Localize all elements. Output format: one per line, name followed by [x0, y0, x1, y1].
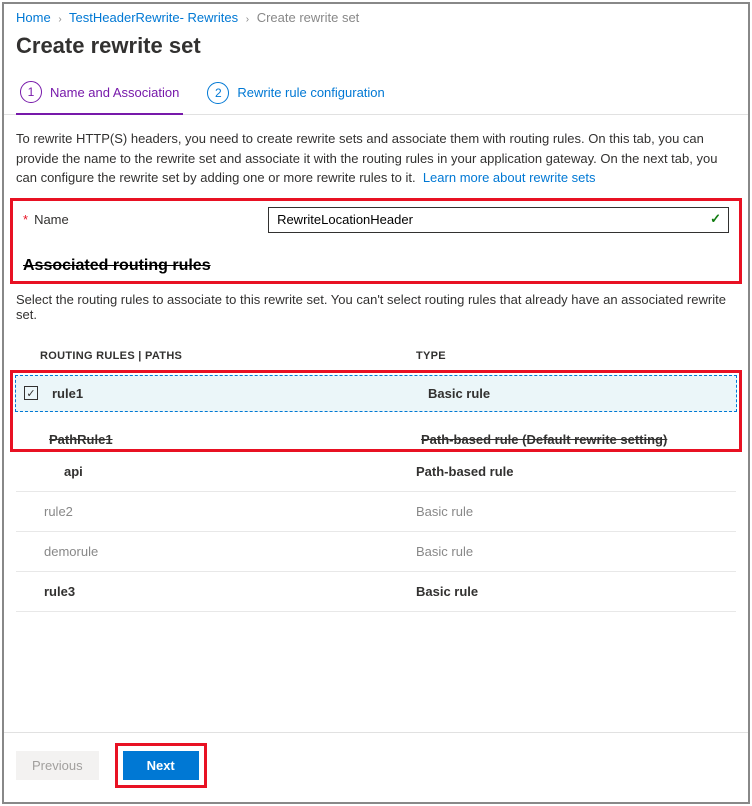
table-header: ROUTING RULES | PATHS TYPE [4, 340, 748, 370]
breadcrumb-section[interactable]: TestHeaderRewrite- Rewrites [69, 10, 238, 25]
rule-type: Path-based rule [416, 464, 736, 479]
checkmark-icon: ✓ [710, 211, 721, 227]
name-label: Name [34, 212, 268, 227]
rule-type: Basic rule [416, 544, 736, 559]
rule-name: demorule [16, 544, 416, 559]
highlight-name-section: * Name ✓ Associated routing rules [10, 198, 742, 284]
breadcrumb-current: Create rewrite set [257, 10, 360, 25]
table-row-disabled: rule2 Basic rule [16, 492, 736, 532]
section-subtext: Select the routing rules to associate to… [4, 286, 748, 340]
table-row-struck: PathRule1 Path-based rule (Default rewri… [13, 430, 739, 449]
chevron-right-icon: › [246, 14, 249, 25]
rule-name: rule3 [16, 584, 416, 599]
table-row-selected[interactable]: ✓ rule1 Basic rule [15, 375, 737, 412]
page-title: Create rewrite set [4, 27, 748, 73]
rule-name: PathRule1 [21, 432, 421, 447]
rule-type: Basic rule [416, 504, 736, 519]
tab-step-number-icon: 1 [20, 81, 42, 103]
breadcrumb-home[interactable]: Home [16, 10, 51, 25]
next-button[interactable]: Next [123, 751, 199, 780]
name-input[interactable] [268, 207, 729, 233]
description-text: To rewrite HTTP(S) headers, you need to … [4, 115, 748, 196]
rule-name: rule1 [52, 386, 428, 401]
column-type: TYPE [416, 350, 736, 362]
tab-label: Name and Association [50, 85, 179, 100]
rule-type: Path-based rule (Default rewrite setting… [421, 432, 731, 447]
tab-rewrite-rule-config[interactable]: 2 Rewrite rule configuration [203, 73, 388, 114]
highlight-selected-rows: ✓ rule1 Basic rule PathRule1 Path-based … [10, 370, 742, 452]
tab-name-association[interactable]: 1 Name and Association [16, 73, 183, 115]
tabs: 1 Name and Association 2 Rewrite rule co… [4, 73, 748, 115]
table-row[interactable]: rule3 Basic rule [16, 572, 736, 612]
learn-more-link[interactable]: Learn more about rewrite sets [423, 170, 596, 185]
rule-name: api [16, 464, 416, 479]
chevron-right-icon: › [58, 14, 61, 25]
section-heading: Associated routing rules [15, 257, 737, 279]
rule-name: rule2 [16, 504, 416, 519]
table-row-disabled: demorule Basic rule [16, 532, 736, 572]
rule-type: Basic rule [416, 584, 736, 599]
breadcrumb: Home › TestHeaderRewrite- Rewrites › Cre… [4, 4, 748, 27]
tab-label: Rewrite rule configuration [237, 85, 384, 100]
footer: Previous Next [4, 732, 748, 802]
table-row[interactable]: api Path-based rule [16, 452, 736, 492]
highlight-next-button: Next [115, 743, 207, 788]
previous-button: Previous [16, 751, 99, 780]
required-asterisk-icon: * [23, 212, 28, 227]
column-routing-rules: ROUTING RULES | PATHS [16, 350, 416, 362]
rule-type: Basic rule [428, 386, 728, 401]
checkbox-checked-icon[interactable]: ✓ [24, 386, 38, 400]
tab-step-number-icon: 2 [207, 82, 229, 104]
